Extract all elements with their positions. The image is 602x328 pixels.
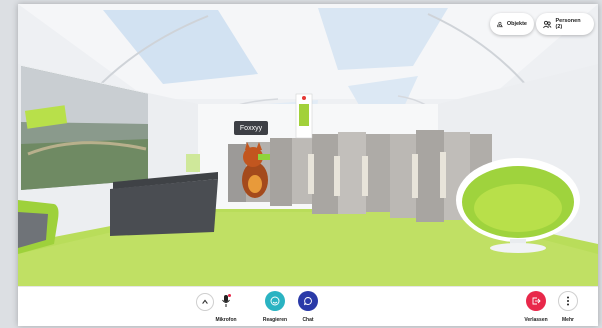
microphone-button[interactable]: [217, 291, 235, 311]
objects-button[interactable]: Objekte: [490, 13, 534, 35]
smiley-icon: [270, 296, 280, 306]
more-label: Mehr: [562, 317, 574, 323]
chat-bubble-icon: [304, 297, 312, 306]
persons-label: Personen (2): [555, 18, 581, 30]
room-3d-view: [18, 4, 598, 286]
avatar-name-tag: Foxxyy: [234, 121, 268, 135]
chevron-up-icon: [202, 299, 208, 304]
exit-icon: [532, 297, 541, 305]
app-frame: Foxxyy Objekte Personen (2) Mikrofon Rea…: [18, 4, 598, 326]
persons-button[interactable]: Personen (2): [536, 13, 594, 35]
expand-button[interactable]: [196, 293, 214, 311]
react-button[interactable]: [265, 291, 285, 311]
bench: [110, 179, 218, 236]
virtual-room-scene[interactable]: Foxxyy Objekte Personen (2): [18, 4, 598, 286]
leave-button[interactable]: [526, 291, 546, 311]
more-button[interactable]: [558, 291, 578, 311]
microphone-label: Mikrofon: [215, 317, 237, 323]
shapes-icon: [497, 21, 503, 27]
objects-label: Objekte: [506, 21, 527, 27]
microphone-muted-icon: [222, 294, 231, 307]
more-vertical-icon: [567, 296, 569, 306]
people-icon: [543, 20, 552, 28]
chat-button[interactable]: [298, 291, 318, 311]
chat-label: Chat: [302, 317, 314, 323]
bottom-toolbar: Mikrofon Reagieren Chat Verlassen Mehr: [18, 286, 598, 326]
